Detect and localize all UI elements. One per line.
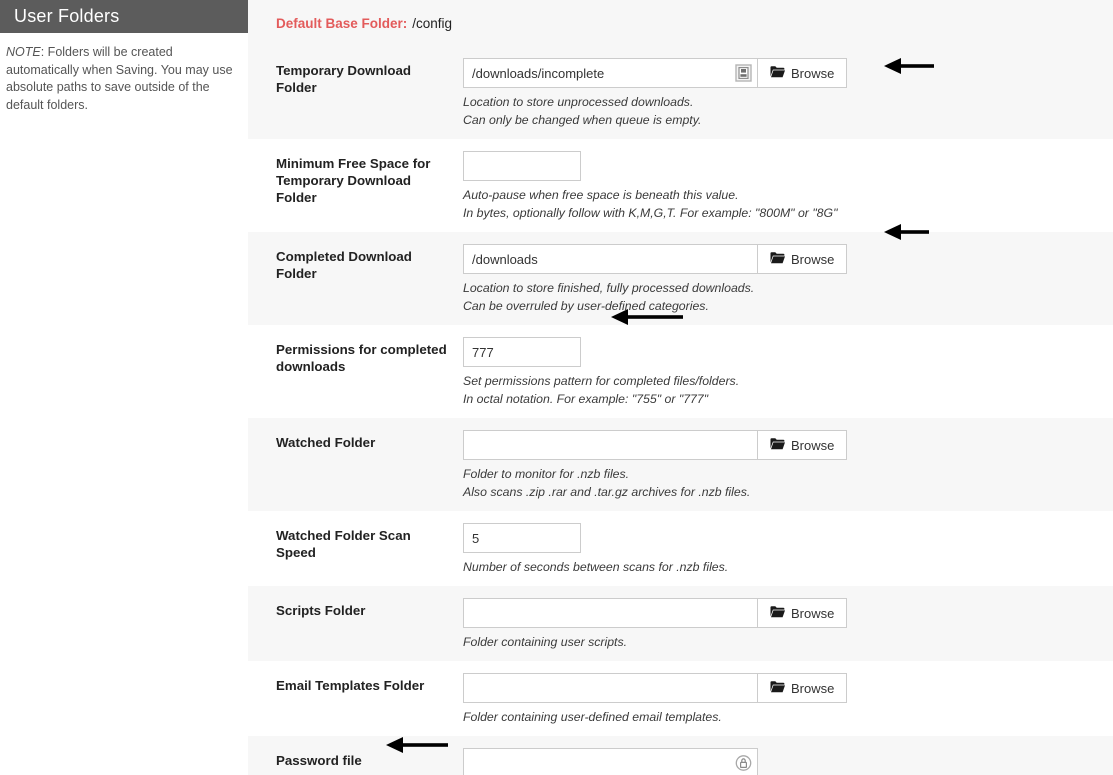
browse-button[interactable]: Browse xyxy=(757,58,848,88)
text-input[interactable] xyxy=(463,748,758,775)
default-base-folder-label: Default Base Folder: xyxy=(276,15,408,31)
input-group: Browse xyxy=(463,598,1113,628)
settings-row: Temporary Download Folder Browse Location … xyxy=(248,46,1113,139)
settings-row: Email Templates Folder Browse Folder conta… xyxy=(248,661,1113,736)
settings-row: Completed Download Folder Browse Location … xyxy=(248,232,1113,325)
input-group: Browse xyxy=(463,244,1113,274)
user-folders-settings-page: User Folders NOTE: Folders will be creat… xyxy=(0,0,1113,775)
settings-row: Watched Folder Browse Folder to monitor fo… xyxy=(248,418,1113,511)
default-base-folder-bar: Default Base Folder: /config xyxy=(248,0,1113,46)
settings-row: Minimum Free Space for Temporary Downloa… xyxy=(248,139,1113,232)
browse-button-label: Browse xyxy=(791,251,835,267)
input-wrapper xyxy=(463,748,758,775)
input-wrapper xyxy=(463,337,581,367)
sidebar-note-prefix: NOTE xyxy=(6,45,41,59)
input-group: Browse xyxy=(463,673,1113,703)
folder-icon xyxy=(770,251,785,267)
settings-row-field: Browse Folder to monitor for .nzb files. A… xyxy=(463,430,1113,501)
default-base-folder-value: /config xyxy=(412,15,453,31)
settings-row-label: Watched Folder Scan Speed xyxy=(276,528,411,560)
settings-row-label: Watched Folder xyxy=(276,435,376,450)
text-input[interactable] xyxy=(463,244,758,274)
settings-row-field: File containing all passwords to be trie… xyxy=(463,748,1113,775)
settings-row-label: Scripts Folder xyxy=(276,603,366,618)
browse-button[interactable]: Browse xyxy=(757,244,848,274)
settings-row: Password file File containing all passwor… xyxy=(248,736,1113,775)
settings-row: Permissions for completed downloads Set p… xyxy=(248,325,1113,418)
helper-text: Number of seconds between scans for .nzb… xyxy=(463,560,729,574)
browse-button-label: Browse xyxy=(791,65,835,81)
helper-text: Folder containing user scripts. xyxy=(463,635,628,649)
settings-row: Scripts Folder Browse Folder containing us… xyxy=(248,586,1113,661)
browse-button[interactable]: Browse xyxy=(757,430,848,460)
sidebar-title: User Folders xyxy=(0,0,248,33)
helper-text: Can be overruled by user-defined categor… xyxy=(463,299,709,313)
input-group: Browse xyxy=(463,430,1113,460)
settings-row-field: Browse Location to store finished, fully … xyxy=(463,244,1113,315)
input-wrapper xyxy=(463,244,758,274)
input-group: Browse xyxy=(463,58,1113,88)
input-wrapper xyxy=(463,58,758,88)
sidebar-note: NOTE: Folders will be created automatica… xyxy=(0,33,248,114)
text-input[interactable] xyxy=(463,430,758,460)
settings-row-field: Set permissions pattern for completed fi… xyxy=(463,337,1113,408)
settings-row-field: Browse Location to store unprocessed down… xyxy=(463,58,1113,129)
input-group xyxy=(463,151,1113,181)
text-input[interactable] xyxy=(463,673,758,703)
input-wrapper xyxy=(463,598,758,628)
helper-text: In octal notation. For example: "755" or… xyxy=(463,392,709,406)
settings-row-label: Permissions for completed downloads xyxy=(276,342,447,374)
helper-text: Can only be changed when queue is empty. xyxy=(463,113,702,127)
folder-icon xyxy=(770,65,785,81)
settings-row-field: Browse Folder containing user scripts. xyxy=(463,598,1113,651)
browse-button-label: Browse xyxy=(791,680,835,696)
text-input[interactable] xyxy=(463,58,758,88)
text-input[interactable] xyxy=(463,337,581,367)
browse-button[interactable]: Browse xyxy=(757,673,848,703)
settings-row-label: Completed Download Folder xyxy=(276,249,412,281)
settings-rows: Temporary Download Folder Browse Location … xyxy=(248,46,1113,775)
browse-button-label: Browse xyxy=(791,437,835,453)
sidebar: User Folders NOTE: Folders will be creat… xyxy=(0,0,248,775)
folder-icon xyxy=(770,680,785,696)
text-input[interactable] xyxy=(463,598,758,628)
settings-row-field: Number of seconds between scans for .nzb… xyxy=(463,523,1113,576)
browse-button[interactable]: Browse xyxy=(757,598,848,628)
text-input[interactable] xyxy=(463,151,581,181)
folder-icon xyxy=(770,605,785,621)
folder-icon xyxy=(770,437,785,453)
text-input[interactable] xyxy=(463,523,581,553)
settings-row-field: Auto-pause when free space is beneath th… xyxy=(463,151,1113,222)
settings-row-label: Password file xyxy=(276,753,362,768)
settings-row-label: Temporary Download Folder xyxy=(276,63,411,95)
input-group xyxy=(463,523,1113,553)
helper-text: Location to store finished, fully proces… xyxy=(463,281,755,295)
helper-text: Folder to monitor for .nzb files. xyxy=(463,467,630,481)
input-wrapper xyxy=(463,151,581,181)
settings-row-field: Browse Folder containing user-defined ema… xyxy=(463,673,1113,726)
settings-row: Watched Folder Scan Speed Number of secon… xyxy=(248,511,1113,586)
browse-button-label: Browse xyxy=(791,605,835,621)
input-wrapper xyxy=(463,673,758,703)
settings-row-label: Minimum Free Space for Temporary Downloa… xyxy=(276,156,431,205)
input-group xyxy=(463,748,1113,775)
settings-row-label: Email Templates Folder xyxy=(276,678,425,693)
input-wrapper xyxy=(463,430,758,460)
helper-text: Location to store unprocessed downloads. xyxy=(463,95,694,109)
helper-text: Folder containing user-defined email tem… xyxy=(463,710,722,724)
helper-text: Set permissions pattern for completed fi… xyxy=(463,374,740,388)
input-group xyxy=(463,337,1113,367)
sidebar-note-text: : Folders will be created automatically … xyxy=(6,45,233,112)
helper-text: Also scans .zip .rar and .tar.gz archive… xyxy=(463,485,751,499)
settings-main-panel: Default Base Folder: /config Temporary D… xyxy=(248,0,1113,775)
helper-text: In bytes, optionally follow with K,M,G,T… xyxy=(463,206,838,220)
input-wrapper xyxy=(463,523,581,553)
helper-text: Auto-pause when free space is beneath th… xyxy=(463,188,739,202)
